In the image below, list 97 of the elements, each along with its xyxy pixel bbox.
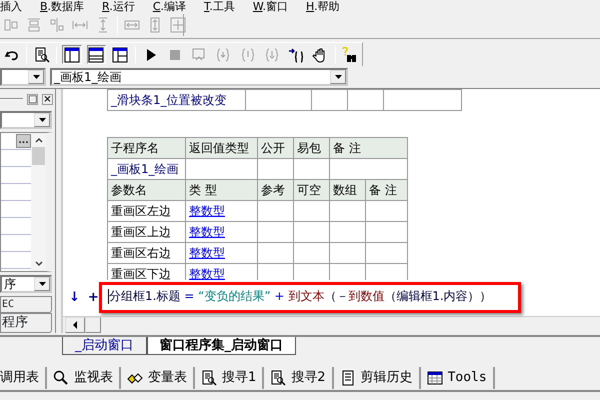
restore-button[interactable]: □ [27,94,38,104]
align-icon [49,17,65,33]
scroll-left-icon [72,321,78,329]
ellipsis-button[interactable]: ... [16,134,31,148]
table-cell [312,90,348,110]
dropdown-button[interactable] [28,70,44,84]
caret-icon [38,281,46,287]
toolbar-button[interactable] [86,45,106,64]
panel-tab[interactable]: 搜寻1 [195,367,264,389]
table-cell [246,90,312,110]
scroll-thumb[interactable] [85,317,101,333]
line-mark: ↓ [69,289,80,308]
column-header: 子程序名 [108,138,186,158]
menu-item[interactable]: C.编译 [152,0,186,14]
type-link[interactable]: 整数型 [189,204,225,218]
file-tab[interactable]: _启动窗口 [62,337,146,355]
table-cell [366,200,408,222]
panel-tab[interactable]: 调用表 [0,367,47,389]
sort-combo[interactable]: 序 [0,275,52,293]
table-cell [330,222,366,242]
caret-icon [38,117,46,123]
column-header: 可空 [294,180,330,200]
column-header: 参考 [258,180,294,200]
braces-icon [215,46,232,62]
dropdown-button[interactable] [330,70,346,84]
window-layout-icon [88,46,104,62]
window-layout-icon [64,46,80,62]
table-cell [294,222,330,242]
menu-item[interactable]: B.数据库 [40,0,84,14]
text-cursor [108,289,109,304]
caret-icon [334,74,342,80]
type-link[interactable]: 整数型 [189,246,225,260]
column-header: 公开 [258,138,294,158]
subroutine-combo[interactable]: _画板1_绘画 [50,68,348,86]
type-link[interactable]: 整数型 [189,225,225,239]
table-cell [330,242,366,264]
align-icon [170,17,186,33]
param-name-cell: 重画区左边 [108,200,186,222]
braces-icon [240,46,256,62]
find-icon [34,46,50,62]
code-line[interactable]: 分组框1.标题 = “变负的结果” + 到文本（－到数值（编辑框1.内容）） [109,288,492,306]
table-cell [294,200,330,222]
table-cell [294,242,330,264]
param-name-cell: 重画区上边 [108,222,186,242]
braces-arrow-icon [288,46,304,62]
table-cell [330,200,366,222]
scrollbar[interactable] [31,133,46,271]
column-header: 数组 [330,180,366,200]
menu-item[interactable]: W.窗口 [252,0,288,14]
event-name-cell[interactable]: _滑块条1_位置被改变 [108,90,246,110]
panel-tab[interactable]: EC [0,296,52,313]
dropdown-button[interactable] [34,113,50,127]
find-icon [201,370,217,386]
menu-item[interactable]: T.工具 [204,0,235,14]
menu-item[interactable]: R.运行 [102,0,135,14]
scroll-up-icon [34,136,44,144]
document-icon [340,370,356,386]
window-layout-icon [112,46,128,62]
window-icon [426,370,443,386]
panel-tab[interactable]: Tools [420,367,495,389]
panel-tab[interactable]: 变量表 [121,367,195,389]
dropdown-button[interactable] [34,277,50,291]
close-button[interactable]: × [42,94,53,104]
panel-tab[interactable]: 剪辑历史 [334,367,421,389]
align-icon [26,17,42,33]
find-icon [270,370,286,386]
column-header: 返回值类型 [186,138,258,158]
panel-tab[interactable]: 搜寻2 [264,367,334,389]
scroll-left-button[interactable] [65,317,85,333]
panel-tab[interactable]: 监视表 [47,367,121,389]
caret-icon [32,74,40,80]
object-combo[interactable] [0,111,52,129]
column-header: 参数名 [108,180,186,200]
table-cell [366,222,408,242]
toolbar-button[interactable] [110,45,130,64]
scroll-down-icon [34,260,44,268]
column-header: 易包 [294,138,330,158]
type-link[interactable]: 整数型 [189,267,225,280]
table-cell [366,242,408,264]
align-icon [3,17,19,33]
line-mark: + [88,289,99,308]
combo-box[interactable] [0,68,46,86]
help-binoculars-icon [342,46,358,62]
menu-item[interactable]: H.帮助 [306,0,340,14]
scroll-thumb[interactable] [32,147,45,165]
toolbar-button[interactable] [62,45,82,64]
column-header: 类 型 [186,180,258,200]
panel-tab[interactable]: 程序 [0,313,52,333]
braces-icon [264,46,280,62]
table-cell [348,90,384,110]
file-tab[interactable]: 窗口程序集_启动窗口 [146,337,296,355]
column-header: 备 注 [366,180,408,200]
search-icon [53,370,69,386]
param-name-cell: 重画区右边 [108,242,186,264]
column-header: 备 注 [330,138,408,158]
menu-item[interactable]: 插入 [0,0,22,14]
param-name-cell: 重画区下边 [108,264,186,280]
